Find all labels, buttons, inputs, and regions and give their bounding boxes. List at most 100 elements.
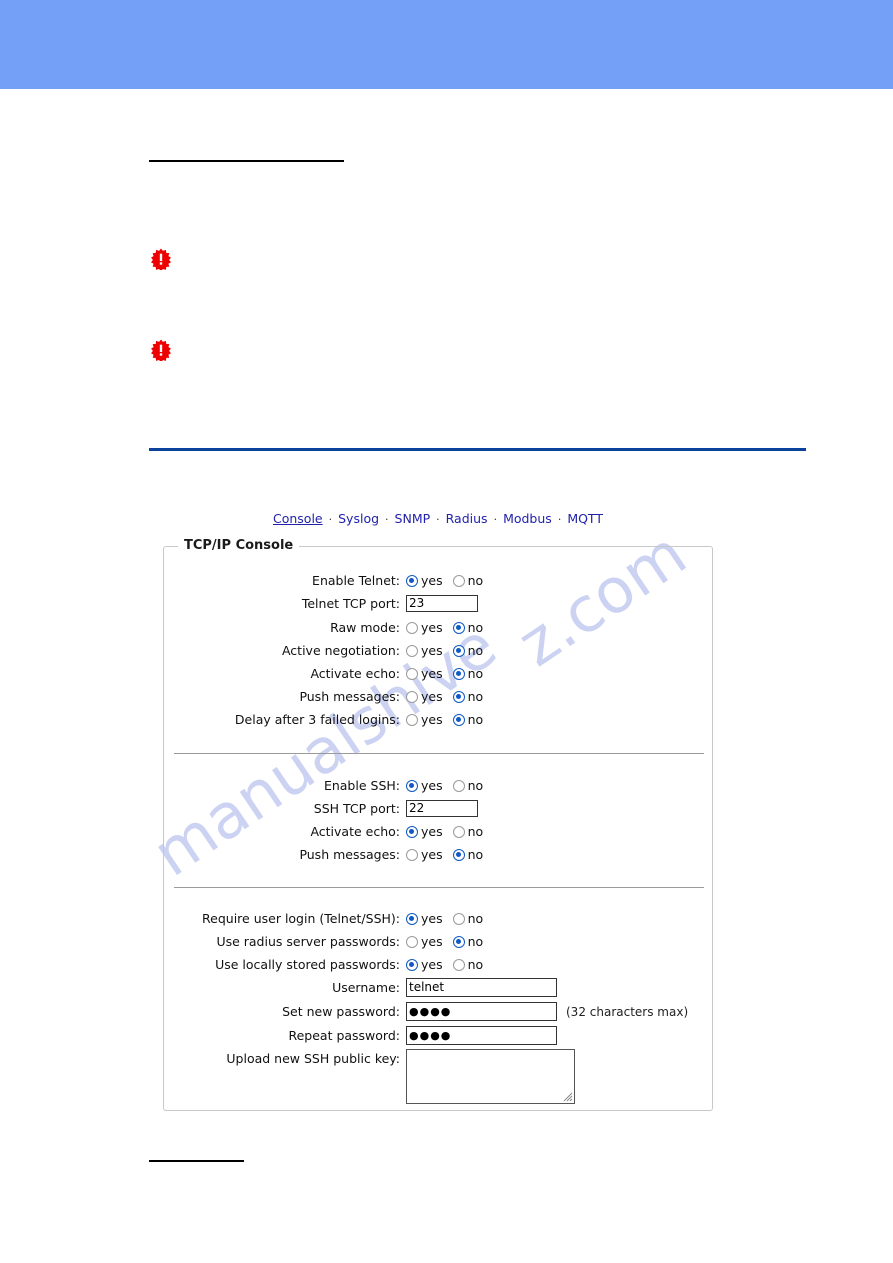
label-ssh-activate-echo: Activate echo: bbox=[310, 824, 400, 839]
radio-ssh-push-messages-no[interactable]: no bbox=[452, 847, 483, 862]
radio-dot-icon bbox=[406, 574, 418, 587]
radio-dot-icon bbox=[452, 935, 465, 948]
row-use-local-passwords: Use locally stored passwords: yes no bbox=[164, 953, 714, 976]
radio-label-yes: yes bbox=[421, 957, 443, 972]
radio-group-use-radius-passwords[interactable]: yes no bbox=[406, 934, 493, 949]
tab-syslog[interactable]: Syslog bbox=[337, 511, 380, 526]
radio-use-local-passwords-no[interactable]: no bbox=[452, 957, 483, 972]
radio-telnet-activate-echo-no[interactable]: no bbox=[452, 666, 483, 681]
radio-label-yes: yes bbox=[421, 911, 443, 926]
radio-use-radius-passwords-no[interactable]: no bbox=[452, 934, 484, 949]
radio-dot-icon bbox=[452, 667, 465, 680]
row-telnet-push-messages: Push messages: yes no bbox=[164, 685, 714, 708]
nav-separator: · bbox=[436, 513, 440, 526]
row-set-new-password: Set new password: ●●●● (32 characters ma… bbox=[164, 1000, 714, 1023]
radio-enable-ssh-yes[interactable]: yes bbox=[406, 778, 443, 793]
radio-dot-icon bbox=[406, 935, 418, 948]
radio-dot-icon bbox=[452, 621, 465, 634]
section-separator bbox=[174, 753, 704, 754]
radio-dot-icon bbox=[452, 825, 465, 838]
radio-label-no: no bbox=[467, 934, 484, 949]
radio-group-enable-ssh[interactable]: yes no bbox=[406, 778, 493, 793]
tab-modbus[interactable]: Modbus bbox=[502, 511, 553, 526]
radio-dot-icon bbox=[452, 958, 465, 971]
radio-label-yes: yes bbox=[421, 934, 443, 949]
radio-raw-mode-yes[interactable]: yes bbox=[406, 620, 443, 635]
radio-label-no: no bbox=[467, 712, 484, 727]
radio-label-no: no bbox=[467, 620, 484, 635]
radio-dot-icon bbox=[406, 848, 418, 861]
radio-use-radius-passwords-yes[interactable]: yes bbox=[406, 934, 443, 949]
input-ssh-tcp-port[interactable]: 22 bbox=[406, 800, 478, 817]
radio-dot-icon bbox=[452, 574, 465, 587]
radio-group-telnet-push-messages[interactable]: yes no bbox=[406, 689, 493, 704]
radio-dot-icon bbox=[406, 825, 418, 838]
radio-enable-telnet-no[interactable]: no bbox=[452, 573, 483, 588]
heading-rule-top bbox=[149, 160, 344, 162]
radio-label-yes: yes bbox=[421, 666, 443, 681]
radio-group-use-local-passwords[interactable]: yes no bbox=[406, 957, 493, 972]
row-use-radius-passwords: Use radius server passwords: yes no bbox=[164, 930, 714, 953]
section-divider-blue bbox=[149, 448, 806, 451]
label-enable-telnet: Enable Telnet: bbox=[312, 573, 400, 588]
password-length-hint: (32 characters max) bbox=[566, 1004, 689, 1019]
radio-delay-failed-logins-yes[interactable]: yes bbox=[406, 712, 443, 727]
radio-telnet-activate-echo-yes[interactable]: yes bbox=[406, 666, 443, 681]
radio-dot-icon bbox=[406, 644, 418, 657]
tcpip-console-fieldset: TCP/IP Console Enable Telnet: yes no Tel bbox=[163, 538, 714, 1111]
radio-dot-icon bbox=[452, 779, 465, 792]
tab-snmp[interactable]: SNMP bbox=[394, 511, 432, 526]
radio-telnet-push-messages-yes[interactable]: yes bbox=[406, 689, 443, 704]
radio-ssh-push-messages-yes[interactable]: yes bbox=[406, 847, 443, 862]
radio-label-yes: yes bbox=[421, 689, 443, 704]
radio-group-delay-failed-logins[interactable]: yes no bbox=[406, 712, 493, 727]
radio-dot-icon bbox=[406, 912, 418, 925]
tab-mqtt[interactable]: MQTT bbox=[566, 511, 604, 526]
tab-console[interactable]: Console bbox=[272, 511, 324, 526]
radio-dot-icon bbox=[452, 713, 465, 726]
radio-require-user-login-no[interactable]: no bbox=[452, 911, 483, 926]
radio-active-negotiation-yes[interactable]: yes bbox=[406, 643, 443, 658]
radio-ssh-activate-echo-no[interactable]: no bbox=[452, 824, 484, 839]
radio-group-ssh-push-messages[interactable]: yes no bbox=[406, 847, 493, 862]
row-require-user-login: Require user login (Telnet/SSH): yes no bbox=[164, 907, 714, 930]
radio-group-enable-telnet[interactable]: yes no bbox=[406, 573, 493, 588]
radio-dot-icon bbox=[406, 713, 418, 726]
radio-delay-failed-logins-no[interactable]: no bbox=[452, 712, 484, 727]
input-username[interactable]: telnet bbox=[406, 978, 557, 997]
radio-use-local-passwords-yes[interactable]: yes bbox=[406, 957, 443, 972]
radio-ssh-activate-echo-yes[interactable]: yes bbox=[406, 824, 443, 839]
radio-active-negotiation-no[interactable]: no bbox=[452, 643, 484, 658]
label-require-user-login: Require user login (Telnet/SSH): bbox=[202, 911, 400, 926]
label-set-new-password: Set new password: bbox=[282, 1004, 400, 1019]
radio-enable-ssh-no[interactable]: no bbox=[452, 778, 484, 793]
radio-dot-icon bbox=[452, 644, 465, 657]
nav-separator: · bbox=[557, 513, 562, 526]
radio-label-no: no bbox=[467, 643, 484, 658]
radio-group-raw-mode[interactable]: yes no bbox=[406, 620, 493, 635]
input-set-new-password[interactable]: ●●●● bbox=[406, 1002, 557, 1021]
tab-navigation: Console · Syslog · SNMP · Radius · Modbus · MQTT bbox=[163, 511, 713, 526]
input-telnet-tcp-port[interactable]: 23 bbox=[406, 595, 478, 612]
textarea-ssh-public-key[interactable] bbox=[406, 1049, 575, 1104]
radio-group-require-user-login[interactable]: yes no bbox=[406, 911, 493, 926]
radio-label-yes: yes bbox=[421, 620, 443, 635]
radio-group-active-negotiation[interactable]: yes no bbox=[406, 643, 493, 658]
radio-label-no: no bbox=[467, 824, 484, 839]
input-repeat-password[interactable]: ●●●● bbox=[406, 1026, 557, 1045]
row-raw-mode: Raw mode: yes no bbox=[164, 616, 714, 639]
radio-raw-mode-no[interactable]: no bbox=[452, 620, 484, 635]
radio-dot-icon bbox=[406, 958, 418, 971]
radio-enable-telnet-yes[interactable]: yes bbox=[406, 573, 443, 588]
tab-radius[interactable]: Radius bbox=[445, 511, 489, 526]
radio-dot-icon bbox=[406, 667, 418, 680]
radio-label-no: no bbox=[467, 778, 484, 793]
radio-telnet-push-messages-no[interactable]: no bbox=[452, 689, 483, 704]
radio-label-yes: yes bbox=[421, 778, 443, 793]
label-raw-mode: Raw mode: bbox=[330, 620, 400, 635]
label-repeat-password: Repeat password: bbox=[288, 1028, 400, 1043]
radio-group-ssh-activate-echo[interactable]: yes no bbox=[406, 824, 493, 839]
radio-group-telnet-activate-echo[interactable]: yes no bbox=[406, 666, 493, 681]
resize-grip-icon[interactable] bbox=[561, 1090, 573, 1102]
radio-require-user-login-yes[interactable]: yes bbox=[406, 911, 443, 926]
